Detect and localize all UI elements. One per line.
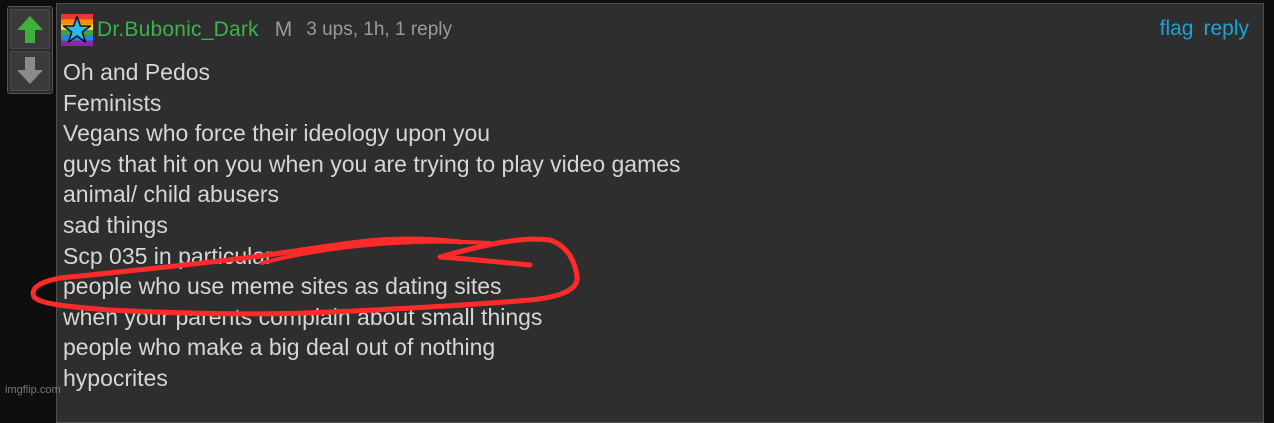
downvote-button[interactable] [10, 51, 50, 91]
comment-line: hypocrites [63, 364, 168, 391]
username-link[interactable]: Dr.Bubonic_Dark [97, 18, 259, 42]
gender-badge: M [274, 18, 293, 41]
comment-actions: flag reply [1160, 17, 1249, 41]
comment-body: Oh and Pedos Feminists Vegans who force … [63, 57, 1243, 394]
comment-line: Feminists [63, 89, 162, 116]
imgflip-watermark: imgflip.com [5, 384, 61, 396]
vote-controls [7, 6, 53, 94]
flag-link[interactable]: flag [1160, 17, 1194, 41]
comment-line: Scp 035 in particular [63, 242, 273, 269]
rainbow-star-avatar-icon[interactable] [61, 14, 93, 46]
comment-line: Vegans who force their ideology upon you [63, 120, 491, 147]
comment-line: sad things [63, 211, 168, 238]
comment-header: Dr.Bubonic_Dark M 3 ups, 1h, 1 reply [61, 10, 452, 50]
arrow-down-icon [17, 57, 43, 84]
arrow-up-icon [17, 16, 43, 43]
comment-line: when your parents complain about small t… [63, 303, 543, 330]
comment-line: guys that hit on you when you are trying… [63, 150, 681, 177]
comment-line: people who make a big deal out of nothin… [63, 334, 496, 361]
comment-line: Oh and Pedos [63, 59, 211, 85]
reply-link[interactable]: reply [1203, 17, 1249, 41]
comment-meta: 3 ups, 1h, 1 reply [306, 19, 453, 40]
comment-line: animal/ child abusers [63, 181, 280, 208]
comment-line: people who use meme sites as dating site… [63, 273, 502, 300]
upvote-button[interactable] [10, 9, 50, 49]
comment-panel: Dr.Bubonic_Dark M 3 ups, 1h, 1 reply fla… [56, 3, 1264, 423]
